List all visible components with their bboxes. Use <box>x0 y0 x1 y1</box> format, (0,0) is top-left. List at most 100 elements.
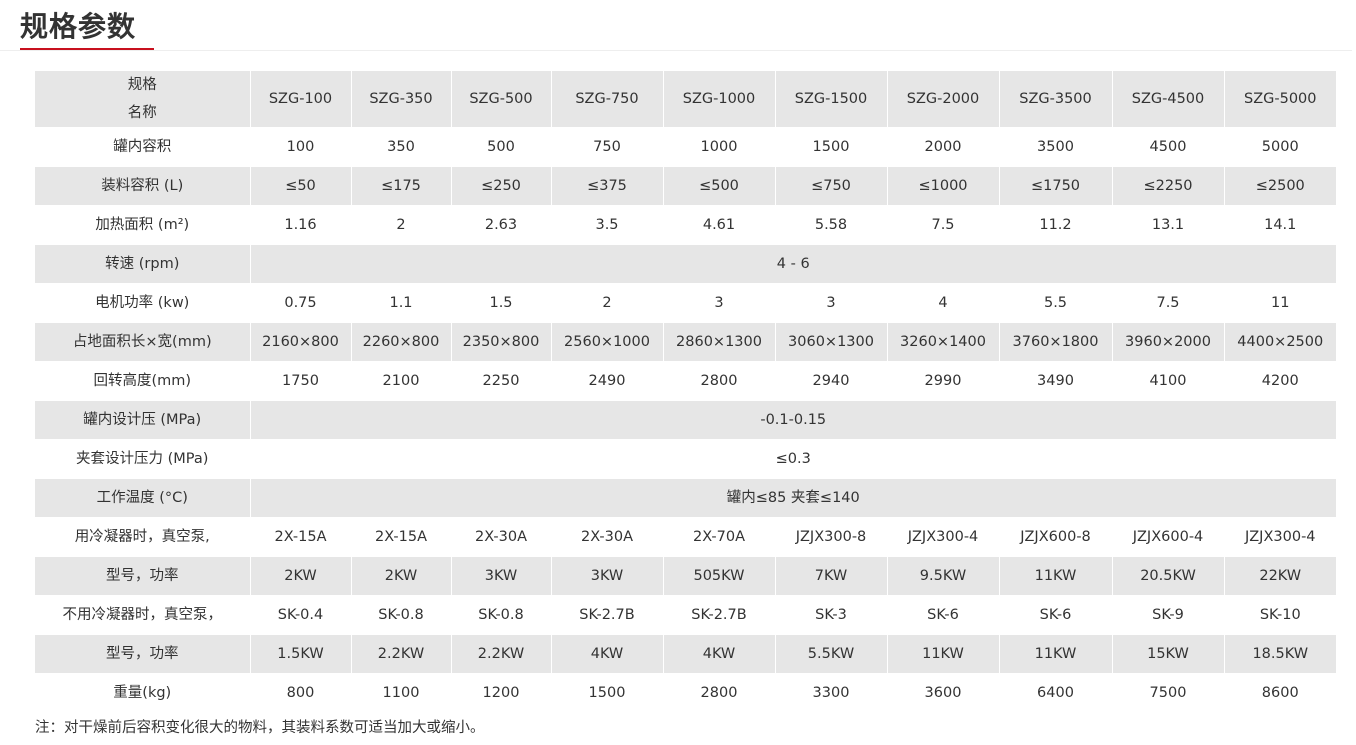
header-model-cell: SZG-350 <box>351 71 452 128</box>
row-label: 电机功率 (kw) <box>35 283 251 323</box>
header-model-cell: SZG-5000 <box>1224 71 1336 128</box>
table-row: 重量(kg) 800 1100 1200 1500 2800 3300 3600 6400 750… <box>35 673 1336 713</box>
merged-value-cell: -0.1-0.15 <box>250 400 1336 440</box>
value-cell: 2X-15A <box>351 517 452 557</box>
table-row: 装料容积 (L) ≤50 ≤175 ≤250 ≤375 ≤500 ≤750 ≤1000 ≤175… <box>35 166 1336 206</box>
value-cell: 3060×1300 <box>775 322 888 362</box>
value-cell: 2X-30A <box>551 517 664 557</box>
value-cell: 22KW <box>1224 556 1336 596</box>
value-cell: ≤175 <box>351 166 452 206</box>
value-cell: 4 <box>887 283 1000 323</box>
value-cell: SK-0.4 <box>250 595 352 635</box>
value-cell: 2940 <box>775 361 888 401</box>
value-cell: JZJX600-4 <box>1112 517 1225 557</box>
value-cell: 2800 <box>663 673 776 713</box>
value-cell: 3760×1800 <box>999 322 1113 362</box>
row-label: 回转高度(mm) <box>35 361 251 401</box>
header-model-cell: SZG-3500 <box>999 71 1113 128</box>
row-label: 用冷凝器时，真空泵, <box>35 517 251 557</box>
value-cell: ≤750 <box>775 166 888 206</box>
row-label: 罐内设计压 (MPa) <box>35 400 251 440</box>
header-model-cell: SZG-500 <box>451 71 552 128</box>
value-cell: 7500 <box>1112 673 1225 713</box>
row-label: 加热面积 (m²) <box>35 205 251 245</box>
value-cell: SK-6 <box>999 595 1113 635</box>
value-cell: 4100 <box>1112 361 1225 401</box>
value-cell: 3KW <box>451 556 552 596</box>
value-cell: 3260×1400 <box>887 322 1000 362</box>
value-cell: 11.2 <box>999 205 1113 245</box>
value-cell: 5.58 <box>775 205 888 245</box>
value-cell: 4KW <box>663 634 776 674</box>
value-cell: JZJX300-4 <box>887 517 1000 557</box>
value-cell: 100 <box>250 127 352 167</box>
value-cell: 9.5KW <box>887 556 1000 596</box>
value-cell: 3600 <box>887 673 1000 713</box>
table-row: 电机功率 (kw) 0.75 1.1 1.5 2 3 3 4 5.5 7.5 11 <box>35 283 1336 323</box>
table-row: 用冷凝器时，真空泵, 2X-15A 2X-15A 2X-30A 2X-30A 2X-70A… <box>35 517 1336 557</box>
value-cell: 5000 <box>1224 127 1336 167</box>
value-cell: 2KW <box>250 556 352 596</box>
value-cell: ≤250 <box>451 166 552 206</box>
row-label: 型号，功率 <box>35 634 251 674</box>
value-cell: 1.5 <box>451 283 552 323</box>
value-cell: ≤1750 <box>999 166 1113 206</box>
value-cell: JZJX300-4 <box>1224 517 1336 557</box>
value-cell: 2 <box>351 205 452 245</box>
header-model-cell: SZG-2000 <box>887 71 1000 128</box>
value-cell: 5.5KW <box>775 634 888 674</box>
value-cell: 1000 <box>663 127 776 167</box>
value-cell: 11KW <box>999 634 1113 674</box>
value-cell: SK-2.7B <box>551 595 664 635</box>
header-label-name: 名称 <box>127 105 157 121</box>
value-cell: 2800 <box>663 361 776 401</box>
value-cell: 2KW <box>351 556 452 596</box>
table-row: 不用冷凝器时，真空泵， SK-0.4 SK-0.8 SK-0.8 SK-2.7B SK-2… <box>35 595 1336 635</box>
value-cell: 2250 <box>451 361 552 401</box>
value-cell: ≤2500 <box>1224 166 1336 206</box>
table-footnote: 注：对干燥前后容积变化很大的物料，其装料系数可适当加大或缩小。 <box>35 720 485 736</box>
value-cell: 1100 <box>351 673 452 713</box>
value-cell: 8600 <box>1224 673 1336 713</box>
section-header: 规格参数 <box>0 0 1352 51</box>
value-cell: 750 <box>551 127 664 167</box>
value-cell: ≤500 <box>663 166 776 206</box>
value-cell: 2990 <box>887 361 1000 401</box>
row-label: 罐内容积 <box>35 127 251 167</box>
table-row: 工作温度 (°C) 罐内≤85 夹套≤140 <box>35 478 1336 518</box>
value-cell: 2100 <box>351 361 452 401</box>
value-cell: 6400 <box>999 673 1113 713</box>
spec-table: 规格 名称 SZG-100 SZG-350 SZG-500 SZG-750 SZG-10… <box>35 71 1336 713</box>
value-cell: 11KW <box>887 634 1000 674</box>
row-label: 占地面积长×宽(mm) <box>35 322 251 362</box>
value-cell: 350 <box>351 127 452 167</box>
value-cell: 1.16 <box>250 205 352 245</box>
header-label-spec: 规格 <box>127 77 157 93</box>
table-row: 夹套设计压力 (MPa) ≤0.3 <box>35 439 1336 479</box>
value-cell: 4500 <box>1112 127 1225 167</box>
value-cell: 3.5 <box>551 205 664 245</box>
header-model-cell: SZG-1000 <box>663 71 776 128</box>
row-label: 转速 (rpm) <box>35 244 251 284</box>
row-label: 夹套设计压力 (MPa) <box>35 439 251 479</box>
table-row: 占地面积长×宽(mm) 2160×800 2260×800 2350×800 2560×… <box>35 322 1336 362</box>
value-cell: 4KW <box>551 634 664 674</box>
value-cell: 1.1 <box>351 283 452 323</box>
value-cell: 13.1 <box>1112 205 1225 245</box>
row-label: 重量(kg) <box>35 673 251 713</box>
value-cell: 20.5KW <box>1112 556 1225 596</box>
value-cell: 2X-15A <box>250 517 352 557</box>
table-header-row: 规格 名称 SZG-100 SZG-350 SZG-500 SZG-750 SZG-10… <box>35 71 1336 128</box>
header-model-cell: SZG-4500 <box>1112 71 1225 128</box>
value-cell: 3300 <box>775 673 888 713</box>
value-cell: SK-0.8 <box>351 595 452 635</box>
value-cell: SK-6 <box>887 595 1000 635</box>
value-cell: 1.5KW <box>250 634 352 674</box>
value-cell: 1200 <box>451 673 552 713</box>
table-row: 型号，功率 1.5KW 2.2KW 2.2KW 4KW 4KW 5.5KW 11KW 11KW 1… <box>35 634 1336 674</box>
value-cell: 2.63 <box>451 205 552 245</box>
header-model-cell: SZG-100 <box>250 71 352 128</box>
value-cell: 2 <box>551 283 664 323</box>
value-cell: 2000 <box>887 127 1000 167</box>
title-underline <box>20 48 154 50</box>
